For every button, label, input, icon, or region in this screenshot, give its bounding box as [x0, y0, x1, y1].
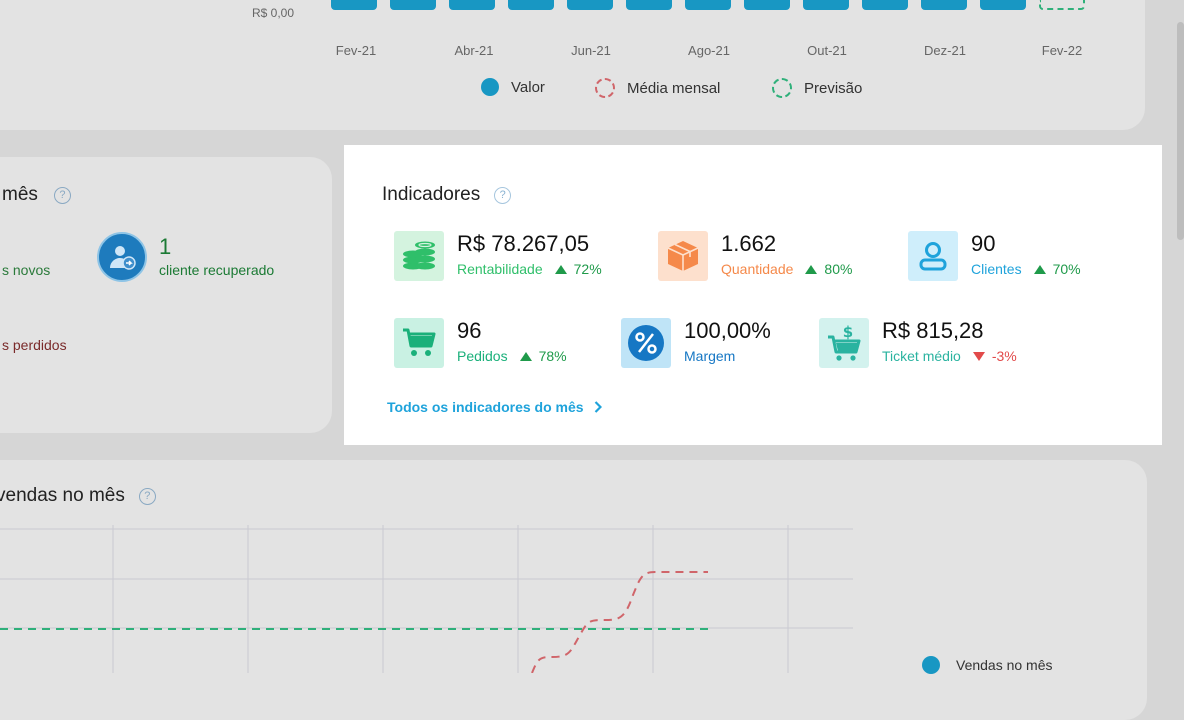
x-axis-tick: Out-21	[807, 43, 847, 58]
metric-value: R$ 78.267,05	[457, 231, 590, 256]
monthly-chart-card	[0, 0, 1145, 130]
link-label: Todos os indicadores do mês	[387, 399, 584, 415]
legend-dot-icon	[922, 656, 940, 674]
metric-label: Rentabilidade	[457, 261, 543, 277]
card-title-text: vendas no mês	[0, 485, 125, 506]
trend-up-icon	[554, 264, 567, 274]
metric-rentabilidade[interactable]: R$ 78.267,05 Rentabilidade 72%	[394, 231, 602, 281]
recovered-clients-label: cliente recuperado	[159, 262, 275, 278]
legend-dashed-circle-icon	[595, 78, 615, 98]
metric-pedidos[interactable]: 96 Pedidos 78%	[394, 318, 567, 368]
trend-up-icon	[805, 264, 818, 274]
help-icon[interactable]: ?	[138, 487, 156, 505]
chart-bar	[685, 0, 731, 10]
metric-quantidade[interactable]: 1.662 Quantidade 80%	[658, 231, 852, 281]
card-title-text: mês	[2, 184, 38, 205]
y-axis-tick: R$ 0,00	[252, 6, 295, 20]
monthly-average-line	[531, 571, 708, 673]
chevron-right-icon	[594, 401, 602, 413]
recovered-client-icon	[97, 232, 147, 282]
metric-label: Clientes	[971, 261, 1022, 277]
chart-bar	[449, 0, 495, 10]
metric-value: 1.662	[721, 231, 777, 256]
metric-label: Quantidade	[721, 261, 794, 277]
metric-change: -3%	[991, 348, 1017, 364]
legend-label: Previsão	[804, 79, 863, 97]
forecast-bar	[1039, 0, 1085, 10]
scrollbar[interactable]	[1177, 22, 1184, 240]
clients-card-title: mês ?	[2, 184, 71, 206]
chart-bar	[390, 0, 436, 10]
x-axis-tick: Abr-21	[454, 43, 494, 58]
metric-value: 96	[457, 318, 482, 343]
metric-change: 70%	[1052, 261, 1081, 277]
legend-label: Vendas no mês	[956, 657, 1053, 673]
legend-media-mensal[interactable]: Média mensal	[595, 78, 720, 98]
legend-label: Média mensal	[627, 79, 721, 97]
cart-icon	[394, 318, 444, 368]
legend-vendas-mes[interactable]: Vendas no mês	[922, 656, 1053, 674]
metric-change: 80%	[824, 261, 853, 277]
metric-clientes[interactable]: 90 Clientes 70%	[908, 231, 1081, 281]
user-icon	[908, 231, 958, 281]
chart-bar	[331, 0, 377, 10]
cart-dollar-icon: $	[819, 318, 869, 368]
legend-previsao[interactable]: Previsão	[772, 78, 862, 98]
new-clients-label: s novos	[2, 262, 51, 278]
svg-text:$: $	[843, 323, 853, 341]
legend-dashed-circle-icon	[772, 78, 792, 98]
help-icon[interactable]: ?	[494, 186, 512, 204]
percent-icon	[621, 318, 671, 368]
chart-bar	[980, 0, 1026, 10]
x-axis-tick: Ago-21	[688, 43, 730, 58]
chart-bar	[626, 0, 672, 10]
coins-icon	[394, 231, 444, 281]
chart-bar	[744, 0, 790, 10]
legend-label: Valor	[511, 78, 545, 96]
chart-bar	[862, 0, 908, 10]
help-icon[interactable]: ?	[53, 186, 71, 204]
metric-value: 100,00%	[684, 318, 771, 343]
chart-bar	[508, 0, 554, 10]
card-title-text: Indicadores	[382, 184, 481, 205]
metric-label: Ticket médio	[882, 348, 961, 364]
chart-bar	[921, 0, 967, 10]
metric-change: 72%	[573, 261, 602, 277]
trend-down-icon	[972, 351, 985, 361]
recovered-clients-count: 1	[159, 234, 172, 259]
sales-card-title: vendas no mês ?	[0, 485, 156, 507]
metric-value: 90	[971, 231, 996, 256]
metric-margem[interactable]: 100,00% Margem	[621, 318, 771, 368]
legend-valor[interactable]: Valor	[481, 78, 545, 96]
sales-line-chart	[0, 525, 853, 673]
metric-ticket-medio[interactable]: $ R$ 815,28 Ticket médio -3%	[819, 318, 1017, 368]
legend-dot-icon	[481, 78, 499, 96]
trend-up-icon	[519, 351, 532, 361]
chart-bar	[567, 0, 613, 10]
x-axis-tick: Fev-21	[335, 43, 377, 58]
metric-label: Margem	[684, 348, 736, 364]
all-indicators-link[interactable]: Todos os indicadores do mês	[387, 399, 602, 415]
top-chart-bars	[330, 0, 1090, 12]
trend-up-icon	[1033, 264, 1046, 274]
metric-label: Pedidos	[457, 348, 508, 364]
x-axis-tick: Jun-21	[571, 43, 611, 58]
indicators-title: Indicadores ?	[382, 184, 512, 206]
x-axis-tick: Dez-21	[924, 43, 966, 58]
box-icon	[658, 231, 708, 281]
lost-clients-label: s perdidos	[2, 337, 67, 353]
metric-change: 78%	[538, 348, 567, 364]
x-axis-tick: Fev-22	[1041, 43, 1083, 58]
chart-bar	[803, 0, 849, 10]
metric-value: R$ 815,28	[882, 318, 984, 343]
